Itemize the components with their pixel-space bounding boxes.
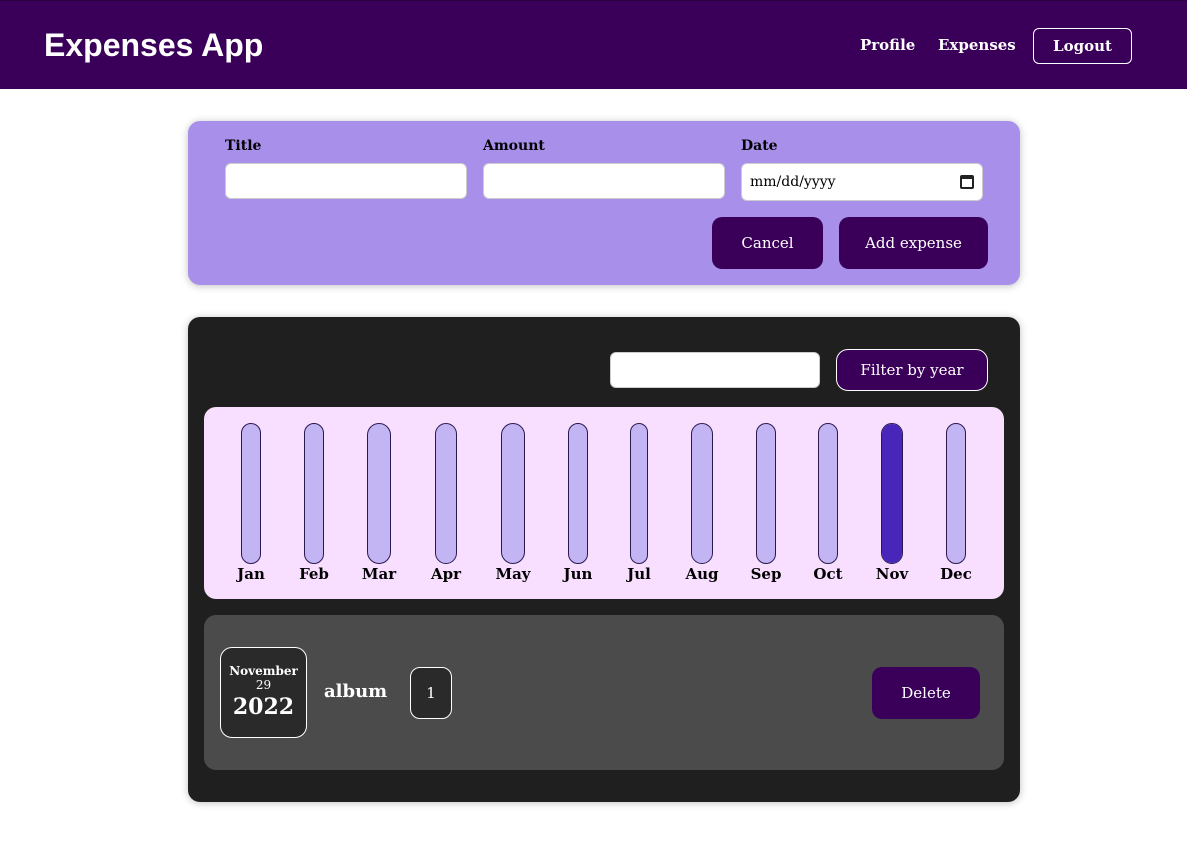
- bar-label-may: May: [495, 565, 531, 583]
- bar-track-jan: [241, 423, 261, 564]
- logout-button[interactable]: Logout: [1033, 28, 1132, 64]
- bar-jan: Jan: [231, 423, 271, 583]
- bar-label-aug: Aug: [685, 565, 719, 583]
- new-expense-form: Title Amount Date mm/dd/yyyy Cancel Add …: [188, 121, 1020, 285]
- bar-label-nov: Nov: [875, 565, 909, 583]
- bar-nov: Nov: [872, 423, 912, 583]
- bar-track-mar: [367, 423, 391, 564]
- expense-item: November 29 2022 album 1 Delete: [204, 615, 1004, 770]
- cancel-button[interactable]: Cancel: [712, 217, 823, 269]
- expense-title: album: [324, 681, 388, 702]
- bar-track-aug: [691, 423, 713, 564]
- bar-may: May: [493, 423, 533, 583]
- bar-label-mar: Mar: [361, 565, 397, 583]
- expense-date: November 29 2022: [220, 647, 307, 738]
- bar-jul: Jul: [619, 423, 659, 583]
- bar-label-dec: Dec: [940, 565, 972, 583]
- bar-track-jun: [568, 423, 588, 564]
- bar-mar: Mar: [359, 423, 399, 583]
- bar-label-jun: Jun: [563, 565, 593, 583]
- bar-sep: Sep: [746, 423, 786, 583]
- bar-label-oct: Oct: [813, 565, 843, 583]
- calendar-icon[interactable]: [960, 175, 974, 189]
- expense-amount: 1: [410, 667, 452, 719]
- date-input-placeholder: mm/dd/yyyy: [750, 174, 836, 190]
- expense-date-month: November: [229, 664, 298, 678]
- bar-label-jul: Jul: [627, 565, 651, 583]
- amount-input[interactable]: [483, 163, 725, 199]
- bar-track-apr: [435, 423, 457, 564]
- bar-label-sep: Sep: [750, 565, 782, 583]
- nav-link-profile[interactable]: Profile: [860, 35, 915, 55]
- bar-track-may: [501, 423, 525, 564]
- bar-label-apr: Apr: [430, 565, 462, 583]
- bar-track-nov: [881, 423, 903, 564]
- expense-date-day: 29: [255, 678, 272, 692]
- bar-track-dec: [946, 423, 966, 564]
- bar-feb: Feb: [294, 423, 334, 583]
- bar-track-oct: [818, 423, 838, 564]
- bar-oct: Oct: [808, 423, 848, 583]
- add-expense-button[interactable]: Add expense: [839, 217, 988, 269]
- bar-aug: Aug: [682, 423, 722, 583]
- bar-label-feb: Feb: [299, 565, 329, 583]
- bar-jun: Jun: [558, 423, 598, 583]
- title-input[interactable]: [225, 163, 467, 199]
- bar-track-sep: [756, 423, 776, 564]
- year-filter-input[interactable]: [610, 352, 820, 388]
- amount-label: Amount: [483, 138, 545, 154]
- bar-track-feb: [304, 423, 324, 564]
- filter-by-year-button[interactable]: Filter by year: [836, 349, 988, 391]
- bar-apr: Apr: [426, 423, 466, 583]
- date-label: Date: [741, 138, 778, 154]
- delete-expense-button[interactable]: Delete: [872, 667, 980, 719]
- bar-track-jul: [630, 423, 648, 564]
- date-input[interactable]: mm/dd/yyyy: [741, 163, 983, 201]
- bar-dec: Dec: [936, 423, 976, 583]
- title-label: Title: [225, 138, 262, 154]
- expense-date-year: 2022: [232, 694, 295, 720]
- bar-fill-nov: [882, 424, 902, 563]
- app-header: Expenses App Profile Expenses Logout: [0, 0, 1187, 89]
- nav-link-expenses[interactable]: Expenses: [938, 35, 1016, 55]
- expenses-panel: Filter by year Jan Feb Mar Apr May Jun Jul Aug S…: [188, 317, 1020, 802]
- app-title: Expenses App: [44, 27, 264, 63]
- bar-label-jan: Jan: [237, 565, 265, 583]
- monthly-expenses-chart: Jan Feb Mar Apr May Jun Jul Aug Sep Oct Nov Dec: [204, 407, 1004, 599]
